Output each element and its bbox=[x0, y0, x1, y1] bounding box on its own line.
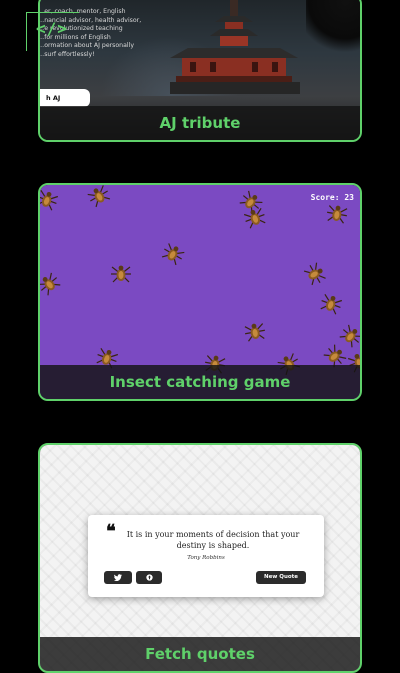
project-card-fetch-quotes[interactable]: ❝ It is in your moments of decision that… bbox=[38, 443, 362, 673]
twitter-icon bbox=[113, 574, 122, 582]
quote-mark-icon: ❝ bbox=[106, 521, 116, 542]
score-display: Score: 23 bbox=[310, 193, 354, 202]
card-title-aj-tribute: AJ tribute bbox=[40, 106, 360, 140]
project-card-aj-tribute[interactable]: …er, coach, mentor, English …nancial adv… bbox=[38, 0, 362, 142]
quote-box: ❝ It is in your moments of decision that… bbox=[88, 515, 324, 597]
insect-icon[interactable] bbox=[242, 319, 267, 344]
pagoda-image bbox=[170, 0, 300, 94]
tumblr-share-button[interactable] bbox=[136, 571, 162, 584]
card-title-insect-game: Insect catching game bbox=[40, 365, 360, 399]
tree-silhouette bbox=[306, 0, 360, 56]
quote-text: It is in your moments of decision that y… bbox=[126, 530, 300, 550]
project-card-insect-game[interactable]: Score: 23 Insect catching game bbox=[38, 183, 362, 401]
quote-author: Tony Robbins bbox=[187, 555, 225, 561]
twitter-share-button[interactable] bbox=[104, 571, 132, 584]
insect-icon[interactable] bbox=[110, 263, 132, 285]
tribute-cta-button[interactable]: h AJ bbox=[40, 89, 90, 107]
card-title-fetch-quotes: Fetch quotes bbox=[40, 637, 360, 671]
tumblr-icon bbox=[145, 574, 153, 581]
insect-icon[interactable] bbox=[324, 201, 349, 226]
new-quote-button[interactable]: New Quote bbox=[256, 571, 306, 584]
code-logo-icon[interactable]: </> bbox=[36, 19, 68, 38]
